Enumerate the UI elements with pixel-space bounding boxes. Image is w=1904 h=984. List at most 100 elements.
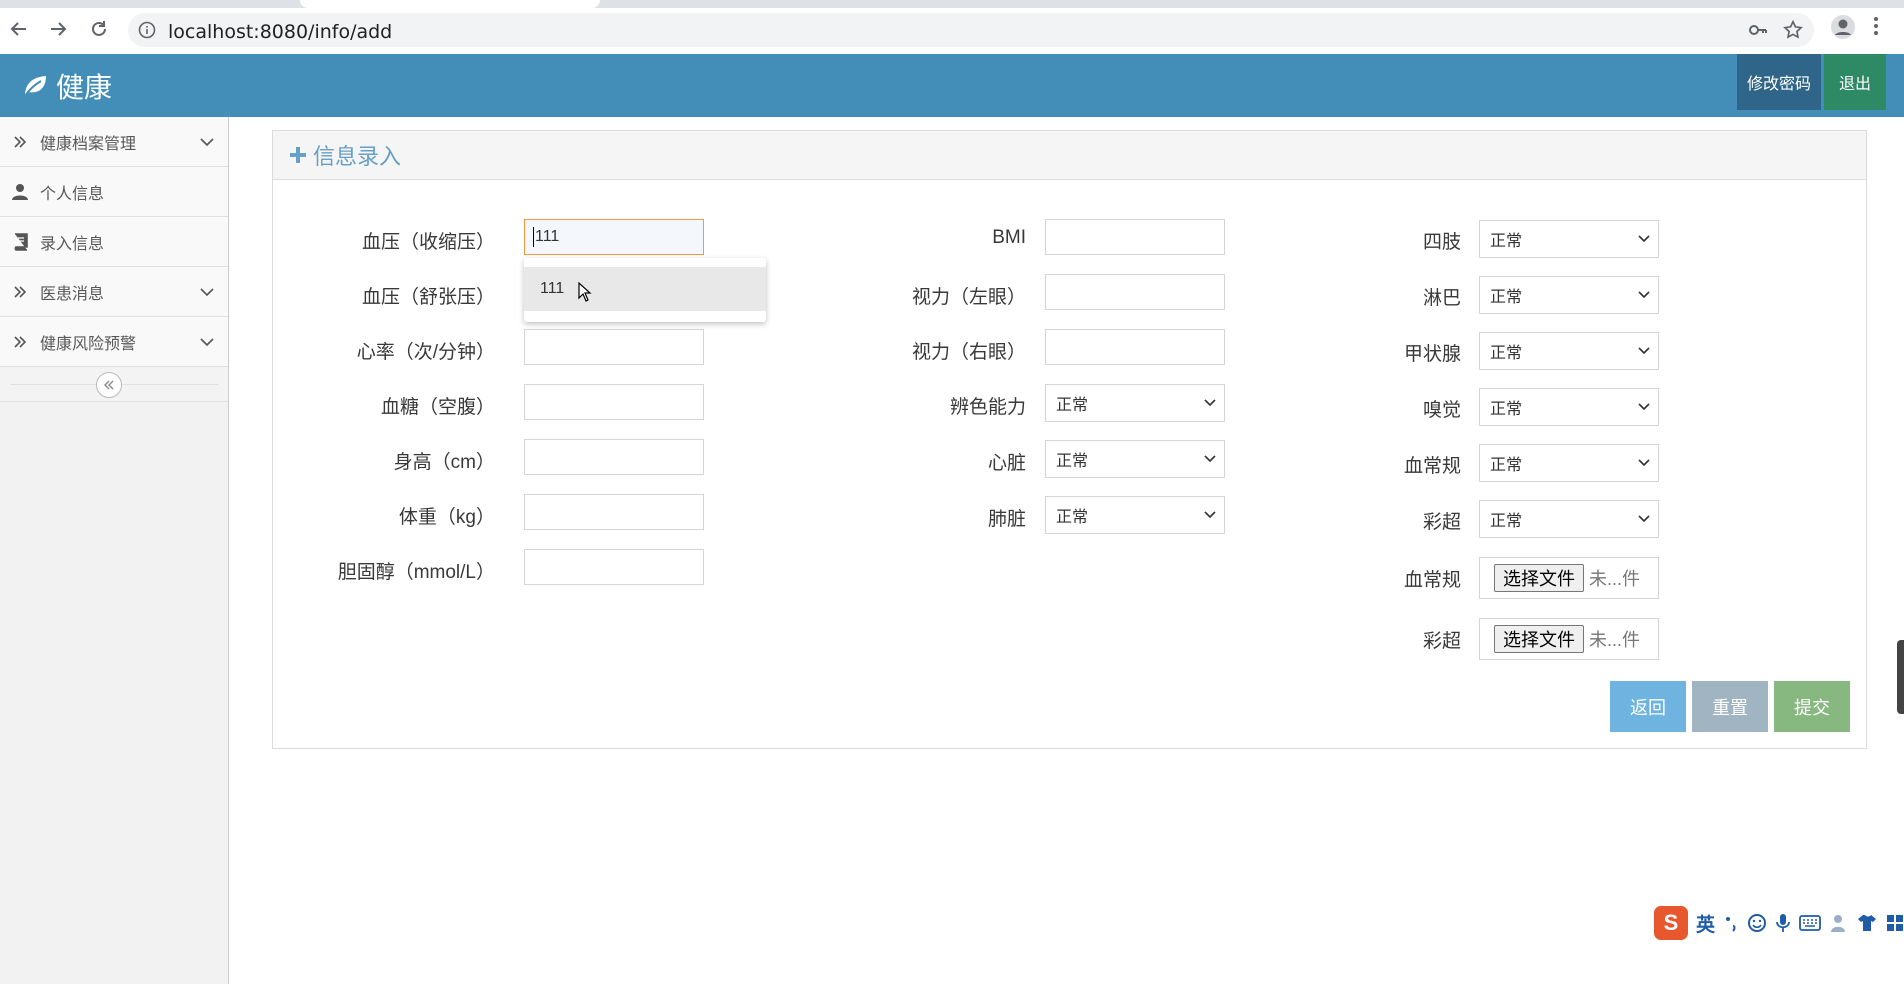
sidebar-item-risk-warning[interactable]: 健康风险预警 [0, 317, 228, 367]
side-edge-handle[interactable] [1897, 640, 1904, 714]
label-lymph: 淋巴 [1422, 288, 1461, 309]
cholesterol-input[interactable] [524, 549, 704, 585]
label-diastolic-bp: 血压（舒张压） [361, 287, 495, 308]
sidebar-item-label: 个人信息 [40, 185, 105, 203]
bmi-input[interactable] [1045, 219, 1225, 255]
star-icon[interactable] [1782, 19, 1804, 46]
sidebar-collapse-button[interactable] [96, 372, 122, 398]
chevron-down-icon [1204, 455, 1216, 463]
book-icon [0, 232, 40, 251]
brand-title: 健康 [56, 72, 113, 103]
limbs-select[interactable]: 正常 [1479, 220, 1659, 258]
thyroid-select[interactable]: 正常 [1479, 332, 1659, 370]
emoji-icon[interactable] [1747, 913, 1767, 933]
blood-sugar-input[interactable] [524, 384, 704, 420]
select-value: 正常 [1056, 397, 1089, 414]
panel-title: 信息录入 [313, 144, 402, 169]
blood-routine-file-input[interactable]: 选择文件 未...件 [1479, 557, 1659, 599]
label-heart: 心脏 [987, 453, 1026, 474]
skin-shirt-icon[interactable] [1857, 914, 1877, 932]
lungs-select[interactable]: 正常 [1045, 496, 1225, 534]
label-blood-routine-file: 血常规 [1403, 570, 1461, 591]
ime-toolbar: S 英 [1654, 906, 1904, 940]
systolic-bp-value: 111 [535, 228, 560, 245]
back-button[interactable]: 返回 [1610, 681, 1686, 732]
label-blood-sugar: 血糖（空腹） [380, 397, 495, 418]
double-chevron-left-icon [104, 380, 114, 390]
app-header: 健康 修改密码 退出 [0, 54, 1904, 117]
choose-file-button[interactable]: 选择文件 [1494, 564, 1584, 592]
sidebar-collapse-row [0, 367, 228, 402]
ime-language-toggle[interactable]: 英 [1696, 910, 1715, 937]
brand-logo[interactable]: 健康 [22, 66, 112, 106]
select-value: 正常 [1056, 453, 1089, 470]
vision-left-input[interactable] [1045, 274, 1225, 310]
user-manage-icon[interactable] [1830, 913, 1848, 933]
select-value: 正常 [1490, 457, 1523, 474]
choose-file-button[interactable]: 选择文件 [1494, 625, 1584, 653]
blood-routine-select[interactable]: 正常 [1479, 444, 1659, 482]
sidebar-item-enter-info[interactable]: 录入信息 [0, 217, 228, 267]
chevron-down-icon [1638, 291, 1650, 299]
select-value: 正常 [1490, 233, 1523, 250]
select-value: 正常 [1490, 289, 1523, 306]
label-ultrasound: 彩超 [1422, 512, 1461, 533]
change-password-button[interactable]: 修改密码 [1737, 54, 1821, 110]
color-vision-select[interactable]: 正常 [1045, 384, 1225, 422]
address-bar[interactable]: localhost:8080/info/add [128, 13, 1814, 47]
tab-strip [0, 0, 1904, 8]
sogou-logo[interactable]: S [1654, 906, 1688, 940]
active-tab[interactable] [300, 0, 600, 8]
forward-arrow-icon[interactable] [43, 14, 73, 44]
user-icon [0, 183, 40, 201]
kebab-menu-icon[interactable] [1872, 14, 1880, 43]
keyboard-icon[interactable] [1799, 915, 1821, 931]
chevron-down-icon [1638, 403, 1650, 411]
chevron-down-icon [1204, 511, 1216, 519]
autocomplete-option[interactable]: 111 [524, 267, 766, 311]
sidebar-item-personal-info[interactable]: 个人信息 [0, 167, 228, 217]
sidebar: 健康档案管理 个人信息 录入信息 医患消息 健康风险预警 [0, 117, 229, 984]
height-input[interactable] [524, 439, 704, 475]
panel-header: 信息录入 [273, 131, 1866, 180]
info-icon[interactable] [138, 21, 156, 44]
sidebar-item-doctor-patient-messages[interactable]: 医患消息 [0, 267, 228, 317]
label-height: 身高（cm） [393, 452, 495, 473]
chevron-down-icon [1638, 347, 1650, 355]
weight-input[interactable] [524, 494, 704, 530]
chevron-down-icon [1204, 399, 1216, 407]
ultrasound-select[interactable]: 正常 [1479, 500, 1659, 538]
plus-icon [290, 147, 306, 163]
systolic-bp-input[interactable]: 111 [524, 219, 704, 255]
label-blood-routine: 血常规 [1403, 456, 1461, 477]
lymph-select[interactable]: 正常 [1479, 276, 1659, 314]
vision-right-input[interactable] [1045, 329, 1225, 365]
reload-icon[interactable] [84, 14, 114, 44]
heart-rate-input[interactable] [524, 329, 704, 365]
smell-select[interactable]: 正常 [1479, 388, 1659, 426]
microphone-icon[interactable] [1776, 913, 1790, 933]
sidebar-item-label: 健康档案管理 [40, 135, 137, 153]
back-arrow-icon[interactable] [4, 14, 34, 44]
chevron-down-icon [200, 284, 214, 302]
url-text[interactable]: localhost:8080/info/add [168, 21, 392, 43]
ultrasound-file-input[interactable]: 选择文件 未...件 [1479, 618, 1659, 660]
reset-button[interactable]: 重置 [1692, 681, 1768, 732]
double-chevron-right-icon [0, 135, 40, 149]
punctuation-icon[interactable] [1724, 914, 1738, 932]
mouse-pointer-icon [578, 281, 592, 307]
label-vision-left: 视力（左眼） [911, 287, 1026, 308]
sidebar-item-label: 健康风险预警 [40, 335, 137, 353]
submit-button[interactable]: 提交 [1774, 681, 1850, 732]
double-chevron-right-icon [0, 285, 40, 299]
label-weight: 体重（kg） [398, 507, 495, 528]
label-lungs: 肺脏 [987, 509, 1026, 530]
sidebar-item-health-records[interactable]: 健康档案管理 [0, 117, 228, 167]
key-icon[interactable] [1748, 21, 1768, 44]
heart-select[interactable]: 正常 [1045, 440, 1225, 478]
logout-button[interactable]: 退出 [1824, 54, 1886, 110]
label-systolic-bp: 血压（收缩压） [361, 232, 495, 253]
profile-avatar-icon[interactable] [1830, 14, 1856, 45]
label-heart-rate: 心率（次/分钟） [356, 342, 495, 363]
toolbox-grid-icon[interactable] [1886, 914, 1904, 932]
